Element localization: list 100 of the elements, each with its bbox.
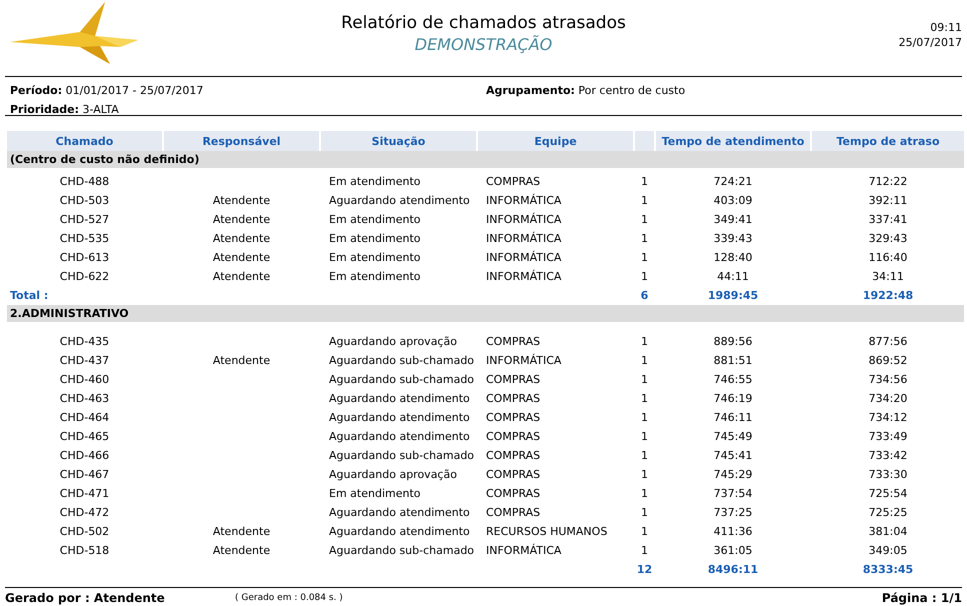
table-cell-text: 746:11	[712, 410, 754, 426]
table-cell-text: Atendente	[212, 212, 272, 228]
table-cell-text: Aguardando sub-chamado	[328, 372, 476, 388]
total-label: Total :	[9, 288, 50, 304]
table-cell-text: COMPRAS	[485, 174, 542, 190]
table-cell-text: 733:49	[868, 429, 908, 445]
table-cell-text: CHD-472	[58, 505, 110, 521]
table-cell-text: CHD-435	[58, 334, 110, 350]
table-cell-text: Atendente	[212, 269, 272, 285]
table-cell-text: CHD-503	[58, 193, 110, 209]
table-cell-text: CHD-527	[58, 212, 110, 228]
table-cell-text: CHD-488	[58, 174, 110, 190]
table-cell-text: 733:30	[868, 467, 908, 483]
table-cell-text: CHD-622	[58, 269, 110, 285]
table-cell-text: Em atendimento	[328, 250, 422, 266]
table-cell-text: 734:20	[868, 391, 908, 407]
table-cell-text: CHD-465	[58, 429, 110, 445]
table-cell-text: 734:12	[868, 410, 908, 426]
table-cell-text: INFORMÁTICA	[485, 212, 562, 228]
table-cell-text: 329:43	[868, 231, 908, 247]
table-cell-text: 1	[640, 543, 649, 559]
page-number: Página : 1/1	[882, 591, 962, 605]
table-cell-text: 1	[640, 193, 649, 209]
table-cell-text: 734:56	[868, 372, 908, 388]
column-header: Tempo de atraso	[812, 131, 964, 151]
table-cell-text: 712:22	[868, 174, 908, 190]
table-cell-text: 724:21	[712, 174, 754, 190]
table-cell-text: 361:05	[712, 543, 754, 559]
filter-text: Período: 01/01/2017 - 25/07/2017	[10, 84, 204, 97]
column-header: Responsável	[164, 131, 319, 151]
table-cell-text: CHD-460	[58, 372, 110, 388]
table-cell-text: INFORMÁTICA	[485, 230, 562, 247]
table-cell-text: 745:49	[712, 429, 754, 445]
table-cell-text: 745:29	[712, 467, 754, 483]
report-subtitle: DEMONSTRAÇÃO	[414, 34, 552, 55]
table-cell-text: CHD-613	[58, 250, 110, 266]
table-cell-text: Aguardando aprovação	[328, 334, 458, 350]
table-cell-text: COMPRAS	[485, 486, 542, 502]
report-time: 09:11	[930, 20, 962, 35]
table-cell-text: Atendente	[212, 524, 272, 540]
total-cell-text: 1989:45	[706, 288, 760, 304]
table-cell-text: CHD-464	[58, 410, 110, 426]
table-cell-text: 128:40	[712, 250, 754, 266]
table-cell-text: 877:56	[868, 334, 908, 350]
table-cell-text: COMPRAS	[485, 429, 542, 445]
group-heading: 2.ADMINISTRATIVO	[7, 305, 964, 322]
table-cell-text: 392:11	[868, 193, 908, 209]
table-cell-text: 1	[640, 391, 649, 407]
table-cell-text: 737:25	[712, 505, 754, 521]
table-cell-text: 337:41	[868, 212, 908, 228]
table-cell-text: INFORMÁTICA	[485, 192, 562, 209]
table-cell-text: Atendente	[212, 353, 272, 369]
table-cell-text: Atendente	[212, 543, 272, 559]
table-cell-text: INFORMÁTICA	[485, 542, 562, 559]
table-cell-text: 339:43	[712, 231, 754, 247]
table-cell-text: CHD-437	[58, 353, 110, 369]
table-cell-text: 44:11	[716, 269, 750, 285]
generation-time: ( Gerado em : 0.084 s. )	[235, 593, 344, 603]
table-cell-text: Atendente	[212, 193, 272, 209]
table-cell-text: 1	[640, 448, 649, 464]
table-cell-text: CHD-463	[58, 391, 110, 407]
table-cell-text: 745:41	[712, 448, 754, 464]
table-cell-text: 1	[640, 231, 649, 247]
table-cell-text: 881:51	[712, 353, 754, 369]
generated-by: Gerado por : Atendente	[5, 591, 166, 605]
column-header: Chamado	[7, 131, 162, 151]
column-header: Equipe	[478, 131, 633, 151]
table-cell-text: Aguardando atendimento	[328, 429, 471, 445]
total-cell-text: 8333:45	[862, 562, 914, 578]
table-cell-text: 725:25	[868, 505, 908, 521]
table-cell-text: 1	[640, 486, 649, 502]
total-count: 6	[640, 288, 650, 304]
table-cell-text: 349:05	[868, 543, 908, 559]
table-cell-text: Em atendimento	[328, 231, 422, 247]
table-cell-text: COMPRAS	[485, 391, 542, 407]
table-cell-text: 1	[640, 467, 649, 483]
table-cell-text: INFORMÁTICA	[485, 268, 562, 285]
total-cell-text: 1922:48	[862, 288, 914, 304]
table-cell-text: CHD-535	[58, 231, 110, 247]
table-cell-text: 381:04	[868, 524, 908, 540]
table-cell-text: 1	[640, 372, 649, 388]
table-cell-text: 1	[640, 410, 649, 426]
table-cell-text: Em atendimento	[328, 174, 422, 190]
table-cell-text: 349:41	[712, 212, 754, 228]
table-cell-text: Aguardando atendimento	[328, 524, 471, 540]
table-cell-text: 725:54	[868, 486, 908, 502]
table-cell-text: 733:42	[868, 448, 908, 464]
report-date: 25/07/2017	[898, 35, 962, 50]
table-cell-text: COMPRAS	[485, 372, 542, 388]
table-cell-text: Aguardando atendimento	[328, 391, 471, 407]
table-cell-text: 1	[640, 212, 649, 228]
table-cell-text: 1	[640, 505, 649, 521]
table-cell-text: COMPRAS	[485, 505, 542, 521]
table-cell-text: 1	[640, 524, 649, 540]
table-cell-text: COMPRAS	[485, 410, 542, 426]
table-cell-text: 1	[640, 429, 649, 445]
table-cell-text: Aguardando sub-chamado	[328, 543, 476, 559]
table-cell-text: Em atendimento	[328, 486, 422, 502]
table-cell-text: CHD-502	[58, 524, 110, 540]
table-cell-text: 889:56	[712, 334, 754, 350]
